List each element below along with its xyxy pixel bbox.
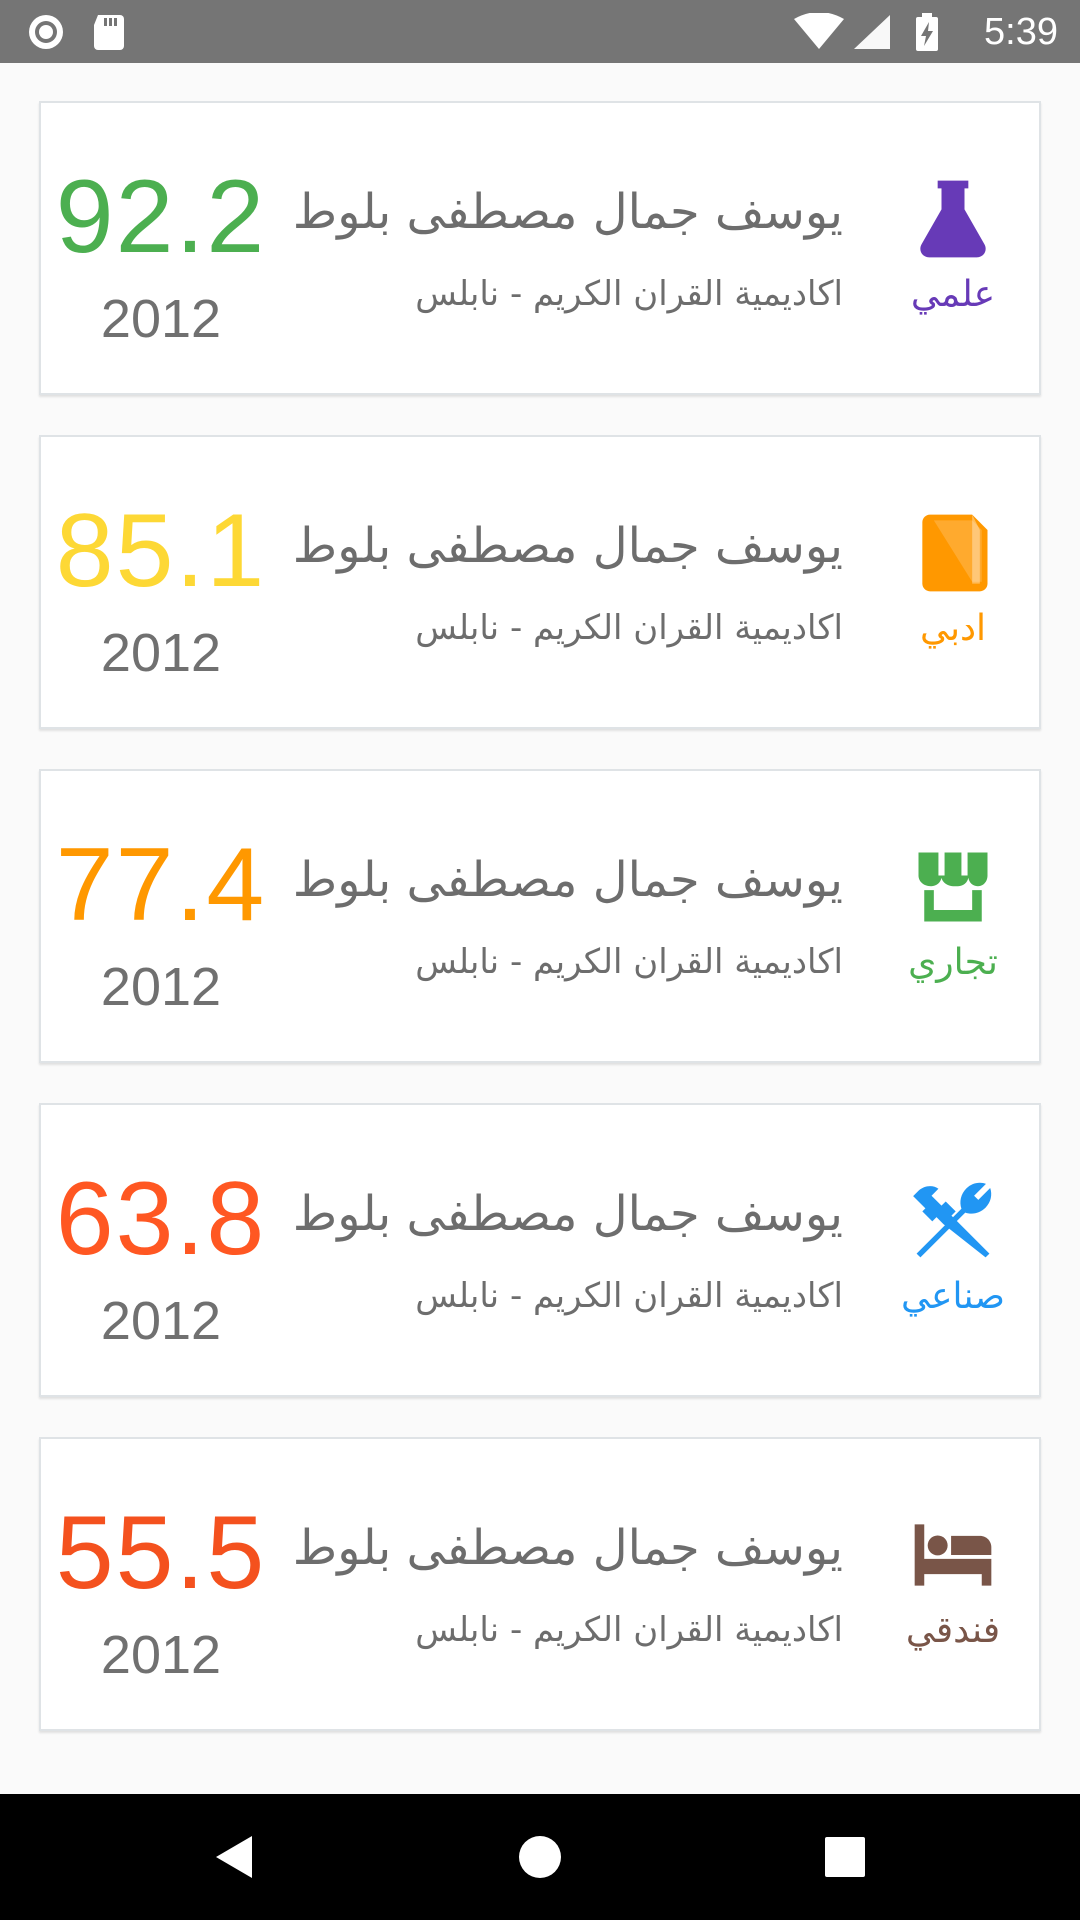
back-triangle-icon[interactable] bbox=[210, 1832, 260, 1882]
stream-label: ادبي bbox=[919, 608, 987, 649]
stream-label: فندقي bbox=[905, 1610, 1001, 1651]
stream-label: تجاري bbox=[908, 942, 998, 983]
year: 2012 bbox=[100, 1291, 222, 1351]
school-name: اكاديمية القران الكريم - نابلس bbox=[415, 1610, 843, 1650]
stream-label: علمي bbox=[910, 274, 996, 315]
score: 85.1 bbox=[55, 493, 267, 609]
recents-square-icon[interactable] bbox=[820, 1832, 870, 1882]
stream-badge: علمي bbox=[893, 163, 1013, 333]
battery-charging-icon bbox=[916, 13, 938, 51]
stream-badge: فندقي bbox=[893, 1499, 1013, 1669]
status-left-icons bbox=[28, 14, 128, 54]
sd-card-icon bbox=[94, 15, 124, 50]
school-name: اكاديمية القران الكريم - نابلس bbox=[415, 1276, 843, 1316]
stream-badge: تجاري bbox=[893, 831, 1013, 1001]
year: 2012 bbox=[100, 957, 222, 1017]
student-name: يوسف جمال مصطفى بلوط bbox=[292, 184, 843, 240]
result-card[interactable]: 77.4 2012 يوسف جمال مصطفى بلوط اكاديمية … bbox=[39, 769, 1041, 1063]
school-name: اكاديمية القران الكريم - نابلس bbox=[415, 274, 843, 314]
bed-icon bbox=[914, 1524, 992, 1586]
student-name: يوسف جمال مصطفى بلوط bbox=[292, 1520, 843, 1576]
score: 77.4 bbox=[55, 827, 267, 943]
result-card[interactable]: 92.2 2012 يوسف جمال مصطفى بلوط اكاديمية … bbox=[39, 101, 1041, 395]
status-time: 5:39 bbox=[984, 11, 1058, 53]
book-icon bbox=[922, 514, 988, 592]
stream-label: صناعي bbox=[901, 1276, 1005, 1317]
home-circle-icon[interactable] bbox=[515, 1832, 565, 1882]
tools-icon bbox=[913, 1182, 992, 1258]
school-name: اكاديمية القران الكريم - نابلس bbox=[415, 608, 843, 648]
student-name: يوسف جمال مصطفى بلوط bbox=[292, 1186, 843, 1242]
score: 92.2 bbox=[55, 159, 267, 275]
student-name: يوسف جمال مصطفى بلوط bbox=[292, 852, 843, 908]
school-name: اكاديمية القران الكريم - نابلس bbox=[415, 942, 843, 982]
result-card[interactable]: 85.1 2012 يوسف جمال مصطفى بلوط اكاديمية … bbox=[39, 435, 1041, 729]
stream-badge: صناعي bbox=[893, 1165, 1013, 1335]
result-card[interactable]: 63.8 2012 يوسف جمال مصطفى بلوط اكاديمية … bbox=[39, 1103, 1041, 1397]
notification-circle-icon bbox=[29, 15, 63, 49]
score: 63.8 bbox=[55, 1161, 267, 1277]
storefront-icon bbox=[918, 852, 988, 922]
navigation-bar bbox=[0, 1794, 1080, 1920]
stream-badge: ادبي bbox=[893, 497, 1013, 667]
flask-icon bbox=[920, 180, 986, 258]
results-list[interactable]: 92.2 2012 يوسف جمال مصطفى بلوط اكاديمية … bbox=[0, 63, 1080, 1794]
student-name: يوسف جمال مصطفى بلوط bbox=[292, 518, 843, 574]
score: 55.5 bbox=[55, 1495, 267, 1611]
wifi-icon bbox=[794, 13, 844, 49]
year: 2012 bbox=[100, 623, 222, 683]
year: 2012 bbox=[100, 289, 222, 349]
result-card[interactable]: 55.5 2012 يوسف جمال مصطفى بلوط اكاديمية … bbox=[39, 1437, 1041, 1731]
cell-signal-icon bbox=[854, 15, 890, 49]
status-bar: 5:39 bbox=[0, 0, 1080, 63]
year: 2012 bbox=[100, 1625, 222, 1685]
